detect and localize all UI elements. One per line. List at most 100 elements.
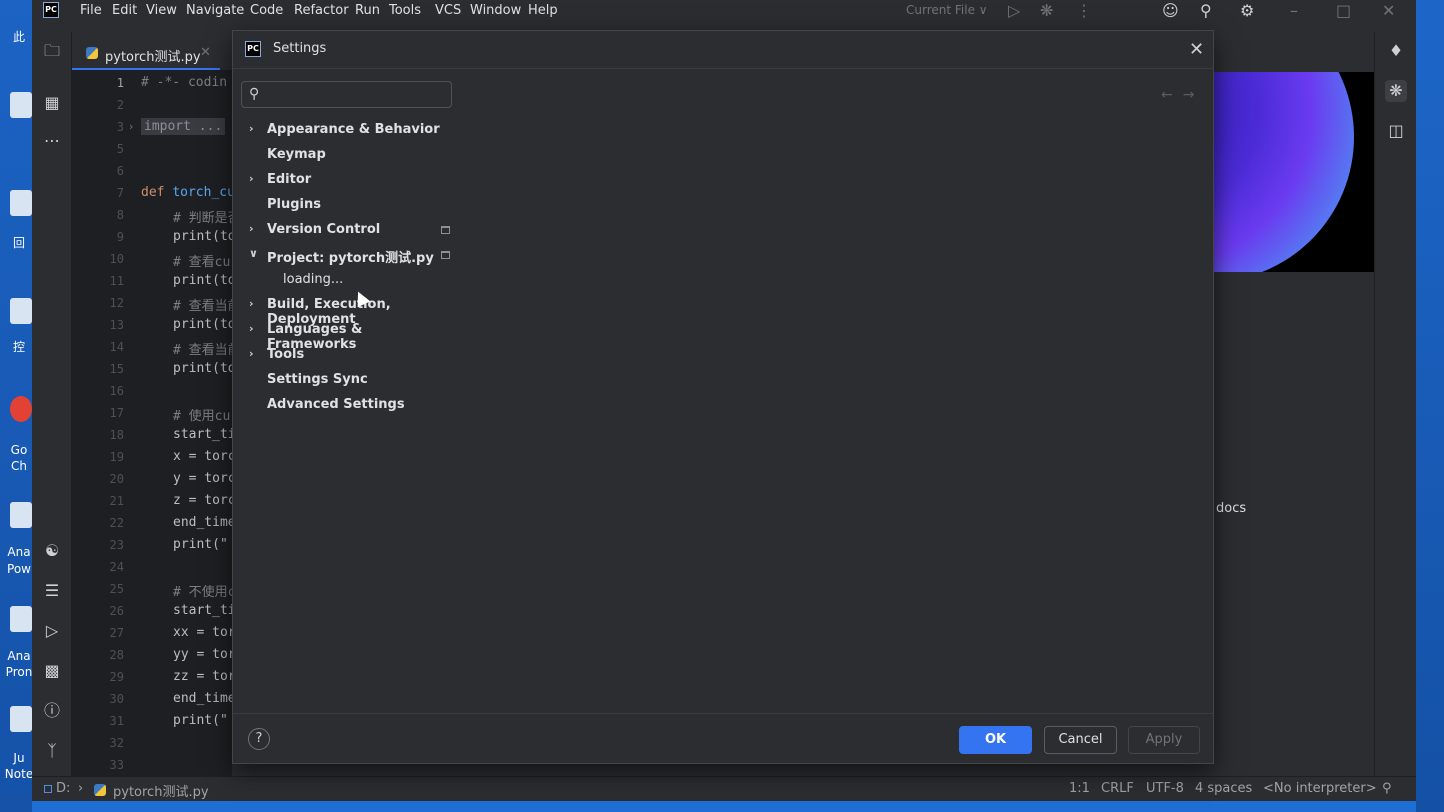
menu-help[interactable]: Help bbox=[528, 3, 558, 18]
tree-item-build-execution[interactable]: › Build, Execution, Deployment bbox=[241, 294, 455, 327]
desktop-label: 控 bbox=[12, 340, 25, 354]
anaconda-prompt-icon[interactable] bbox=[10, 606, 32, 632]
editor-tab[interactable]: pytorch测试.py ✕ bbox=[72, 38, 220, 70]
add-user-icon[interactable]: ☺ bbox=[1162, 1, 1179, 20]
code-line: x = torc bbox=[173, 449, 232, 464]
line-separator[interactable]: CRLF bbox=[1101, 781, 1134, 796]
ai-assistant-icon[interactable]: ❋ bbox=[1385, 80, 1407, 102]
tree-item-languages[interactable]: › Languages & Frameworks bbox=[241, 319, 455, 352]
file-encoding[interactable]: UTF-8 bbox=[1146, 781, 1184, 796]
menu-run[interactable]: Run bbox=[355, 3, 380, 18]
module-icon bbox=[44, 785, 52, 793]
status-bar: D: › pytorch测试.py 1:1 CRLF UTF-8 4 space… bbox=[32, 776, 1416, 801]
project-scope-icon bbox=[441, 226, 450, 234]
tree-item-label: Version Control bbox=[267, 222, 381, 237]
lock-icon[interactable]: ⚲ bbox=[1382, 781, 1392, 796]
search-icon[interactable]: ⚲ bbox=[1200, 1, 1212, 20]
git-icon[interactable]: ᛉ bbox=[41, 740, 63, 762]
run-icon[interactable]: ▷ bbox=[1008, 1, 1020, 20]
line-number: 8 bbox=[116, 208, 124, 222]
python-file-icon bbox=[86, 47, 98, 59]
apply-button[interactable]: Apply bbox=[1128, 726, 1200, 754]
more-icon[interactable]: ⋮ bbox=[1076, 1, 1092, 20]
menu-tools[interactable]: Tools bbox=[389, 3, 421, 18]
chevron-right-icon: › bbox=[249, 122, 254, 135]
tree-item-settings-sync[interactable]: Settings Sync bbox=[241, 369, 455, 393]
desktop-icon[interactable] bbox=[10, 92, 32, 118]
run-tool-icon[interactable]: ▷ bbox=[41, 620, 63, 642]
indent-setting[interactable]: 4 spaces bbox=[1195, 781, 1252, 796]
database-icon[interactable]: ◫ bbox=[1385, 120, 1407, 142]
fold-chevron-icon[interactable]: › bbox=[129, 120, 133, 133]
tree-item-editor[interactable]: › Editor bbox=[241, 169, 455, 193]
folded-imports[interactable]: import ... bbox=[141, 118, 226, 135]
docs-label[interactable]: docs bbox=[1216, 501, 1246, 516]
code-line: print(" bbox=[173, 537, 228, 552]
jupyter-icon[interactable] bbox=[10, 706, 32, 732]
structure-icon[interactable]: ▦ bbox=[41, 92, 63, 114]
cancel-button[interactable]: Cancel bbox=[1044, 726, 1117, 754]
project-folder-icon[interactable]: 🗀 bbox=[41, 40, 63, 62]
menu-navigate[interactable]: Navigate bbox=[186, 3, 244, 18]
menu-code[interactable]: Code bbox=[250, 3, 283, 18]
menu-file[interactable]: File bbox=[80, 3, 102, 18]
python-console-icon[interactable]: ☯ bbox=[41, 540, 63, 562]
desktop-left: 此 回 控 Go Ch Ana Pow Ana Pron Ju Note bbox=[0, 0, 33, 812]
problems-icon[interactable]: ⓘ bbox=[41, 700, 63, 722]
chevron-right-icon: › bbox=[249, 322, 254, 335]
code-line: print(to bbox=[173, 273, 232, 288]
more-tools-icon[interactable]: ⋯ bbox=[41, 130, 63, 152]
dialog-close-icon[interactable]: ✕ bbox=[1189, 39, 1204, 60]
tree-item-advanced[interactable]: Advanced Settings bbox=[241, 394, 455, 418]
tree-item-version-control[interactable]: › Version Control bbox=[241, 219, 455, 243]
function-name: torch_cu bbox=[172, 185, 232, 200]
recycle-bin-icon[interactable] bbox=[10, 190, 32, 216]
settings-gear-icon[interactable]: ⚙ bbox=[1240, 1, 1254, 20]
minimize-icon[interactable]: – bbox=[1290, 1, 1298, 20]
tree-item-project[interactable]: ∨ Project: pytorch测试.py bbox=[241, 244, 455, 268]
tree-item-label: Advanced Settings bbox=[267, 397, 405, 412]
status-path-drive[interactable]: D: bbox=[56, 781, 70, 796]
caret-position[interactable]: 1:1 bbox=[1069, 781, 1090, 796]
line-number: 12 bbox=[109, 296, 124, 310]
history-arrows[interactable]: ←→ bbox=[1161, 87, 1204, 103]
close-window-icon[interactable]: ✕ bbox=[1382, 1, 1395, 20]
menu-view[interactable]: View bbox=[146, 3, 177, 18]
notifications-bell-icon[interactable]: ♦ bbox=[1385, 40, 1407, 62]
tab-close-icon[interactable]: ✕ bbox=[200, 45, 211, 60]
search-icon: ⚲ bbox=[249, 86, 260, 102]
line-number: 10 bbox=[109, 252, 124, 266]
desktop-label: Go bbox=[10, 443, 28, 457]
line-number: 21 bbox=[109, 494, 124, 508]
menu-vcs[interactable]: VCS bbox=[435, 3, 461, 18]
code-editor[interactable]: 1 2 3 5 6 7 8 9 10 11 12 13 14 15 16 17 … bbox=[72, 70, 232, 778]
line-number: 33 bbox=[109, 758, 124, 772]
tree-item-appearance[interactable]: › Appearance & Behavior bbox=[241, 119, 455, 143]
run-config-selector[interactable]: Current File ∨ bbox=[906, 3, 988, 17]
menu-window[interactable]: Window bbox=[470, 3, 521, 18]
menu-refactor[interactable]: Refactor bbox=[294, 3, 349, 18]
maximize-icon[interactable]: □ bbox=[1336, 1, 1351, 20]
line-number: 32 bbox=[109, 736, 124, 750]
ok-button[interactable]: OK bbox=[959, 726, 1032, 754]
help-button[interactable]: ? bbox=[248, 728, 270, 750]
menu-edit[interactable]: Edit bbox=[112, 3, 137, 18]
sphere-render bbox=[1214, 72, 1354, 272]
terminal-icon[interactable]: ▩ bbox=[41, 660, 63, 682]
chrome-icon[interactable] bbox=[10, 396, 32, 422]
code-line: # -*- codin bbox=[141, 75, 228, 90]
tree-item-tools[interactable]: › Tools bbox=[241, 344, 455, 368]
interpreter-selector[interactable]: <No interpreter> bbox=[1263, 781, 1377, 796]
image-preview bbox=[1214, 72, 1374, 272]
desktop-label: 回 bbox=[12, 236, 25, 250]
tree-item-keymap[interactable]: Keymap bbox=[241, 144, 455, 168]
debug-icon[interactable]: ❋ bbox=[1040, 1, 1053, 20]
anaconda-powershell-icon[interactable] bbox=[10, 502, 32, 528]
layers-icon[interactable]: ☰ bbox=[41, 580, 63, 602]
tree-item-label: Project: pytorch测试.py bbox=[267, 251, 434, 266]
status-path-file[interactable]: pytorch测试.py bbox=[113, 781, 209, 800]
tree-item-plugins[interactable]: Plugins bbox=[241, 194, 455, 218]
settings-search-input[interactable]: ⚲ bbox=[241, 81, 452, 108]
control-panel-icon[interactable] bbox=[10, 298, 32, 324]
editor-tabbar: pytorch测试.py ✕ bbox=[72, 34, 232, 70]
